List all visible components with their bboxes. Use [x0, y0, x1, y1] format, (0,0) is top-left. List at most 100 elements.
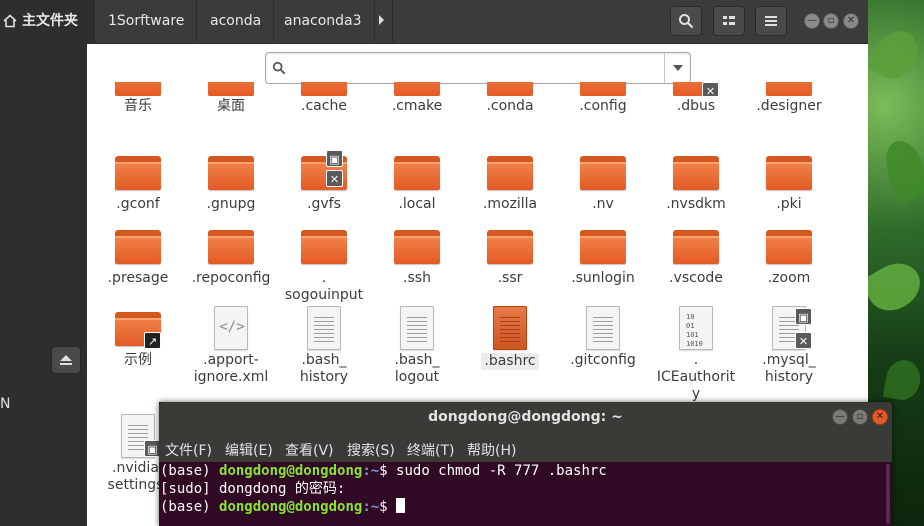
file-label: .nv — [592, 196, 614, 212]
minimize-button[interactable]: — — [804, 13, 820, 29]
breadcrumb-anaconda3[interactable]: anaconda3 — [272, 0, 375, 44]
menu-file[interactable]: 文件(F) — [165, 440, 212, 460]
menu-search[interactable]: 搜索(S) — [347, 440, 395, 460]
sidebar-item-label[interactable]: N — [0, 396, 10, 412]
terminal-line: (base) dongdong@dongdong:~$ — [160, 498, 892, 516]
file-item[interactable]: .bashrc — [463, 306, 557, 370]
menu-help[interactable]: 帮助(H) — [467, 440, 516, 460]
document-icon: ▣ ✕ — [765, 306, 813, 350]
terminal-title: dongdong@dongdong: ~ — [159, 402, 892, 434]
document-icon — [393, 306, 441, 350]
folder-item[interactable]: ✕ .dbus — [649, 82, 743, 115]
file-label: .cmake — [391, 98, 443, 114]
header-bar: 主文件夹 1Sorftware aconda anaconda3 — ▫ ✕ — [0, 0, 868, 44]
menu-edit[interactable]: 编辑(E) — [225, 440, 273, 460]
file-item[interactable]: .bash_ history — [277, 306, 371, 386]
file-label: .apport- ignore.xml — [193, 352, 269, 385]
folder-item[interactable]: .nvsdkm — [649, 150, 743, 213]
file-label: .nvsdkm — [666, 196, 726, 212]
folder-item[interactable]: ▣ ✕ .gvfs — [277, 150, 371, 213]
folder-icon — [672, 150, 720, 194]
folder-icon — [579, 82, 627, 96]
maximize-icon: ▫ — [827, 15, 835, 26]
hamburger-menu-icon — [765, 16, 777, 26]
view-toggle-button[interactable] — [713, 6, 745, 36]
breadcrumb-next-button[interactable] — [371, 0, 393, 44]
terminal-minimize-button[interactable]: — — [832, 409, 848, 425]
file-label: .gconf — [116, 196, 160, 212]
folder-item[interactable]: .gnupg — [184, 150, 278, 213]
file-label: .pki — [776, 196, 802, 212]
file-label: 音乐 — [124, 98, 152, 114]
folder-item[interactable]: .conda — [463, 82, 557, 115]
folder-item[interactable]: .ssr — [463, 224, 557, 287]
folder-item[interactable]: .vscode — [649, 224, 743, 287]
maximize-button[interactable]: ▫ — [823, 13, 839, 29]
minimize-icon: — — [835, 411, 845, 422]
file-label: .gvfs — [307, 196, 341, 212]
document-icon: 10 01 101 1010 — [672, 306, 720, 350]
folder-icon — [579, 150, 627, 194]
x-icon: ✕ — [795, 332, 812, 349]
folder-item[interactable]: 桌面 — [184, 82, 278, 115]
search-input[interactable] — [292, 57, 682, 79]
folder-icon — [207, 82, 255, 96]
folder-item[interactable]: .cache — [277, 82, 371, 115]
folder-icon — [672, 224, 720, 268]
search-options-dropdown[interactable] — [664, 53, 690, 83]
folder-item[interactable]: .zoom — [742, 224, 836, 287]
breadcrumb-1sorftware[interactable]: 1Sorftware — [96, 0, 198, 44]
search-icon — [272, 61, 286, 75]
search-bar[interactable] — [265, 52, 691, 84]
file-item[interactable]: </> .apport- ignore.xml — [184, 306, 278, 386]
menu-terminal[interactable]: 终端(T) — [407, 440, 454, 460]
file-label: .bashrc — [481, 353, 539, 370]
file-item[interactable]: 10 01 101 1010. ICEauthorit y — [649, 306, 743, 403]
terminal-close-button[interactable]: ✕ — [872, 409, 888, 425]
file-item[interactable]: .bash_ logout — [370, 306, 464, 386]
folder-item[interactable]: .mozilla — [463, 150, 557, 213]
folder-item[interactable]: .pki — [742, 150, 836, 213]
document-icon: </> — [207, 306, 255, 350]
file-label: .sunlogin — [571, 270, 635, 286]
folder-item[interactable]: .cmake — [370, 82, 464, 115]
file-item[interactable]: .gitconfig — [556, 306, 650, 369]
file-label: .vscode — [669, 270, 723, 286]
terminal-cursor — [396, 498, 406, 513]
folder-item[interactable]: .nv — [556, 150, 650, 213]
folder-item[interactable]: ↗ 示例 — [91, 306, 185, 369]
document-icon — [579, 306, 627, 350]
file-label: 示例 — [124, 352, 152, 368]
folder-item[interactable]: .sunlogin — [556, 224, 650, 287]
folder-item[interactable]: .gconf — [91, 150, 185, 213]
search-icon — [679, 14, 694, 29]
terminal-maximize-button[interactable]: ▫ — [852, 409, 868, 425]
folder-item[interactable]: 音乐 — [91, 82, 185, 115]
terminal-output[interactable]: (base) dongdong@dongdong:~$ sudo chmod -… — [159, 462, 892, 526]
folder-icon — [486, 224, 534, 268]
menu-view[interactable]: 查看(V) — [285, 440, 334, 460]
close-button[interactable]: ✕ — [843, 13, 859, 29]
folder-item[interactable]: .local — [370, 150, 464, 213]
folder-item[interactable]: .presage — [91, 224, 185, 287]
folder-item[interactable]: .ssh — [370, 224, 464, 287]
terminal-window[interactable]: dongdong@dongdong: ~ — ▫ ✕ 文件(F) 编辑(E) 查… — [159, 402, 892, 526]
sidebar: N — [0, 44, 87, 526]
file-item[interactable]: ▣ ✕ .mysql_ history — [742, 306, 836, 386]
file-label: .bash_ logout — [394, 352, 440, 385]
folder-icon — [393, 224, 441, 268]
menu-button[interactable] — [755, 6, 787, 36]
breadcrumb-home[interactable]: 主文件夹 — [0, 0, 95, 44]
folder-icon — [114, 224, 162, 268]
folder-item[interactable]: .repoconfig — [184, 224, 278, 287]
eject-button[interactable] — [51, 346, 81, 374]
breadcrumb-aconda[interactable]: aconda — [198, 0, 275, 44]
terminal-scrollbar[interactable] — [886, 464, 890, 524]
folder-item[interactable]: . sogouinput — [277, 224, 371, 304]
lock-icon: ▣ — [795, 308, 812, 325]
folder-icon — [765, 224, 813, 268]
folder-item[interactable]: .designer — [742, 82, 836, 115]
folder-item[interactable]: .config — [556, 82, 650, 115]
terminal-line: (base) dongdong@dongdong:~$ sudo chmod -… — [160, 463, 607, 479]
search-button[interactable] — [670, 6, 702, 36]
